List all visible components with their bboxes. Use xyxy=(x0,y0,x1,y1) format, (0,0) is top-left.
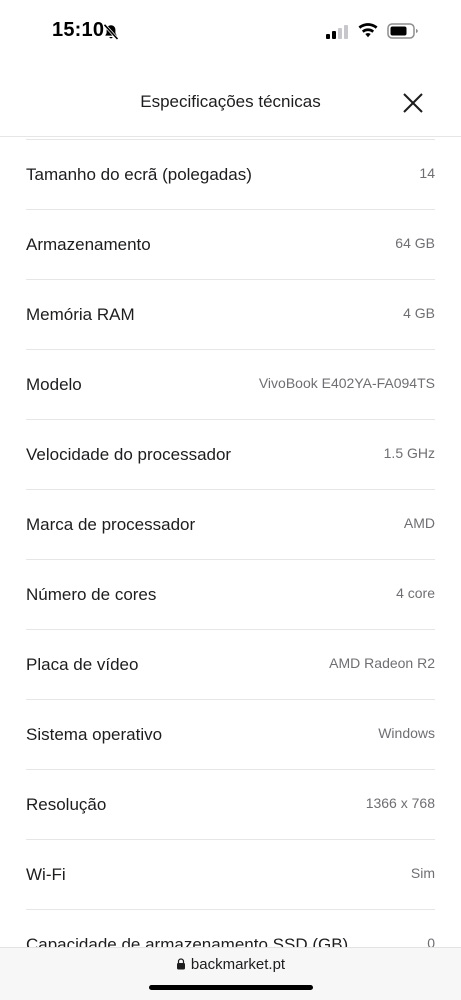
status-time: 15:10 xyxy=(52,19,105,41)
spec-label: Marca de processador xyxy=(26,515,196,534)
spec-label: Modelo xyxy=(26,375,82,394)
spec-value: Windows xyxy=(378,725,435,741)
spec-label: Memória RAM xyxy=(26,305,135,324)
spec-row-resolution: Resolução 1366 x 768 xyxy=(26,770,435,840)
spec-row-ssd-capacity: Capacidade de armazenamento SSD (GB) 0 xyxy=(26,910,435,947)
spec-value: 0 xyxy=(427,935,435,947)
spec-value: 1366 x 768 xyxy=(365,795,435,811)
spec-value: AMD xyxy=(403,515,435,531)
spec-row-screen-size: Tamanho do ecrã (polegadas) 14 xyxy=(26,139,435,210)
spec-label: Armazenamento xyxy=(26,235,151,254)
spec-row-wifi: Wi-Fi Sim xyxy=(26,840,435,910)
spec-value: Sim xyxy=(410,865,435,881)
spec-label: Placa de vídeo xyxy=(26,655,139,674)
spec-label: Sistema operativo xyxy=(26,725,163,744)
spec-value: 4 core xyxy=(396,585,435,601)
spec-value: 4 GB xyxy=(403,305,435,321)
url-text: backmarket.pt xyxy=(190,956,286,973)
status-bar: 15:10 xyxy=(0,0,461,62)
spec-value: 1.5 GHz xyxy=(383,445,435,461)
close-icon xyxy=(403,93,423,113)
bell-slash-icon xyxy=(103,23,119,41)
spec-row-processor-brand: Marca de processador AMD xyxy=(26,490,435,560)
browser-address-bar[interactable]: backmarket.pt xyxy=(0,947,461,1000)
home-indicator[interactable] xyxy=(149,985,313,990)
spec-value: 14 xyxy=(419,165,435,181)
spec-label: Resolução xyxy=(26,795,107,814)
battery-icon xyxy=(387,23,418,39)
spec-label: Capacidade de armazenamento SSD (GB) xyxy=(26,935,349,947)
spec-label: Número de cores xyxy=(26,585,157,604)
close-button[interactable] xyxy=(398,88,428,118)
spec-value: 64 GB xyxy=(395,235,435,251)
spec-row-graphics: Placa de vídeo AMD Radeon R2 xyxy=(26,630,435,700)
wifi-icon xyxy=(358,23,378,38)
page-title: Especificações técnicas xyxy=(140,92,321,111)
spec-label: Wi-Fi xyxy=(26,865,66,884)
spec-row-ram: Memória RAM 4 GB xyxy=(26,280,435,350)
spec-row-cores: Número de cores 4 core xyxy=(26,560,435,630)
spec-row-model: Modelo VivoBook E402YA-FA094TS xyxy=(26,350,435,420)
spec-row-processor-speed: Velocidade do processador 1.5 GHz xyxy=(26,420,435,490)
spec-row-storage: Armazenamento 64 GB xyxy=(26,210,435,280)
spec-list[interactable]: Tamanho do ecrã (polegadas) 14 Armazenam… xyxy=(0,139,461,947)
url-display[interactable]: backmarket.pt xyxy=(0,956,461,973)
spec-value: VivoBook E402YA-FA094TS xyxy=(258,375,435,391)
spec-label: Velocidade do processador xyxy=(26,445,232,464)
spec-value: AMD Radeon R2 xyxy=(329,655,435,671)
sheet-header: Especificações técnicas xyxy=(0,62,461,137)
spec-row-os: Sistema operativo Windows xyxy=(26,700,435,770)
spec-label: Tamanho do ecrã (polegadas) xyxy=(26,165,252,184)
cellular-signal-icon xyxy=(326,25,348,39)
lock-icon xyxy=(176,958,185,970)
